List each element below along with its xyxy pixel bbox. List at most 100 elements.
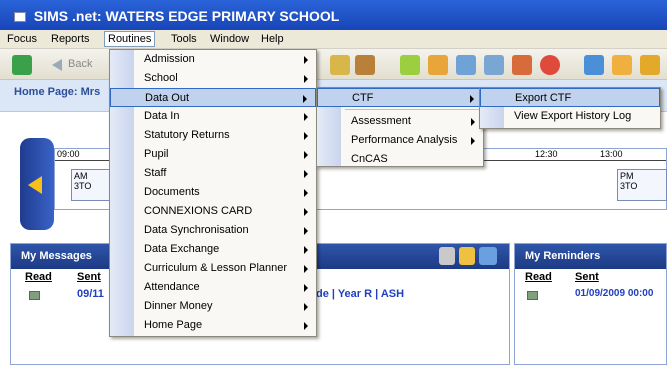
print-icon[interactable]	[459, 247, 475, 265]
menu-item-label: Export CTF	[515, 92, 572, 104]
slot-group: 3TO	[620, 181, 638, 191]
menu-item-label: Admission	[144, 53, 195, 65]
submenu-arrow-icon	[470, 95, 474, 103]
menu-item-staff[interactable]: Staff	[110, 164, 316, 183]
menu-item-label: View Export History Log	[514, 110, 632, 122]
staff-icon[interactable]	[355, 55, 375, 75]
menu-item-data-out[interactable]: Data Out	[110, 88, 316, 107]
book-icon[interactable]	[400, 55, 420, 75]
timeline-prev-button[interactable]	[20, 138, 54, 230]
menu-item-school[interactable]: School	[110, 69, 316, 88]
menu-item-curriculum-lesson-planner[interactable]: Curriculum & Lesson Planner	[110, 259, 316, 278]
menu-item-label: Data Synchronisation	[144, 224, 249, 236]
menu-item-pupil[interactable]: Pupil	[110, 145, 316, 164]
envelope-icon	[29, 291, 40, 300]
app-icon	[14, 12, 26, 22]
menu-bar: Focus Reports Routines Tools Window Help	[0, 30, 667, 49]
submenu-arrow-icon	[304, 303, 308, 311]
arrow-left-icon	[28, 176, 42, 194]
back-arrow-icon	[52, 59, 62, 71]
menu-item-label: Dinner Money	[144, 300, 213, 312]
pupil-icon[interactable]	[330, 55, 350, 75]
menu-tools[interactable]: Tools	[168, 32, 200, 46]
menu-item-label: Attendance	[144, 281, 200, 293]
column-sent[interactable]: Sent	[575, 271, 599, 283]
menu-item-ctf[interactable]: CTF	[317, 88, 483, 107]
menu-item-data-exchange[interactable]: Data Exchange	[110, 240, 316, 259]
tick-label: 12:30	[535, 149, 558, 159]
column-read[interactable]: Read	[25, 271, 52, 283]
column-sent[interactable]: Sent	[77, 271, 101, 283]
menu-item-label: Curriculum & Lesson Planner	[144, 262, 288, 274]
report-icon[interactable]	[428, 55, 448, 75]
submenu-arrow-icon	[304, 75, 308, 83]
timetable-slot-pm[interactable]: PM 3TO	[617, 169, 667, 201]
submenu-arrow-icon	[304, 208, 308, 216]
menu-item-assessment[interactable]: Assessment	[317, 112, 483, 131]
menu-item-label: Documents	[144, 186, 200, 198]
menu-item-connexions-card[interactable]: CONNEXIONS CARD	[110, 202, 316, 221]
menu-item-view-export-history-log[interactable]: View Export History Log	[480, 107, 660, 126]
star-icon[interactable]	[640, 55, 660, 75]
envelope-icon	[527, 291, 538, 300]
submenu-arrow-icon	[304, 132, 308, 140]
submenu-arrow-icon	[304, 151, 308, 159]
menu-help[interactable]: Help	[258, 32, 287, 46]
menu-item-label: Statutory Returns	[144, 129, 230, 141]
tick-label: 09:00	[57, 149, 80, 159]
menu-item-export-ctf[interactable]: Export CTF	[480, 88, 660, 107]
menu-item-documents[interactable]: Documents	[110, 183, 316, 202]
menu-item-cncas[interactable]: CnCAS	[317, 150, 483, 169]
submenu-arrow-icon	[304, 189, 308, 197]
menu-item-statutory-returns[interactable]: Statutory Returns	[110, 126, 316, 145]
menu-routines[interactable]: Routines	[104, 31, 156, 47]
menu-item-label: School	[144, 72, 178, 84]
column-read[interactable]: Read	[525, 271, 552, 283]
folder-icon[interactable]	[612, 55, 632, 75]
menu-item-label: CnCAS	[351, 153, 388, 165]
submenu-arrow-icon	[304, 322, 308, 330]
menu-item-dinner-money[interactable]: Dinner Money	[110, 297, 316, 316]
message-subject[interactable]: de | Year R | ASH	[316, 288, 404, 300]
people-icon[interactable]	[512, 55, 532, 75]
menu-item-label: CTF	[352, 92, 374, 104]
menu-item-label: CONNEXIONS CARD	[144, 205, 253, 217]
menu-item-performance-analysis[interactable]: Performance Analysis	[317, 131, 483, 150]
submenu-arrow-icon	[471, 137, 475, 145]
submenu-arrow-icon	[304, 284, 308, 292]
exchange-icon[interactable]	[584, 55, 604, 75]
menu-item-attendance[interactable]: Attendance	[110, 278, 316, 297]
message-sent[interactable]: 09/11	[77, 288, 104, 300]
submenu-arrow-icon	[471, 118, 475, 126]
tick-label: 13:00	[600, 149, 623, 159]
submenu-arrow-icon	[304, 170, 308, 178]
ctf-submenu: Export CTF View Export History Log	[479, 87, 661, 129]
menu-item-label: Staff	[144, 167, 167, 179]
submenu-arrow-icon	[304, 246, 308, 254]
menu-focus[interactable]: Focus	[4, 32, 40, 46]
menu-item-label: Home Page	[144, 319, 203, 331]
menu-item-data-synchronisation[interactable]: Data Synchronisation	[110, 221, 316, 240]
menu-item-admission[interactable]: Admission	[110, 50, 316, 69]
menu-item-home-page[interactable]: Home Page	[110, 316, 316, 335]
submenu-arrow-icon	[304, 227, 308, 235]
menu-window[interactable]: Window	[207, 32, 252, 46]
menu-item-label: Data Out	[145, 92, 190, 104]
pen-icon[interactable]	[439, 247, 455, 265]
refresh-icon[interactable]	[12, 55, 32, 75]
menu-item-data-in[interactable]: Data In	[110, 107, 316, 126]
routines-menu: Admission School Data Out Data In Statut…	[109, 49, 317, 337]
edit-icon[interactable]	[484, 55, 504, 75]
back-button[interactable]: Back	[50, 56, 100, 74]
calendar-icon[interactable]	[456, 55, 476, 75]
submenu-arrow-icon	[304, 265, 308, 273]
submenu-arrow-icon	[303, 95, 307, 103]
window-title-bar: SIMS .net: WATERS EDGE PRIMARY SCHOOL	[0, 0, 667, 30]
submenu-arrow-icon	[304, 113, 308, 121]
menu-item-label: Pupil	[144, 148, 169, 160]
slot-session: PM	[620, 171, 634, 181]
clock-icon[interactable]	[540, 55, 560, 75]
menu-reports[interactable]: Reports	[48, 32, 93, 46]
reminder-sent[interactable]: 01/09/2009 00:00	[575, 288, 653, 299]
compose-icon[interactable]	[479, 247, 497, 265]
